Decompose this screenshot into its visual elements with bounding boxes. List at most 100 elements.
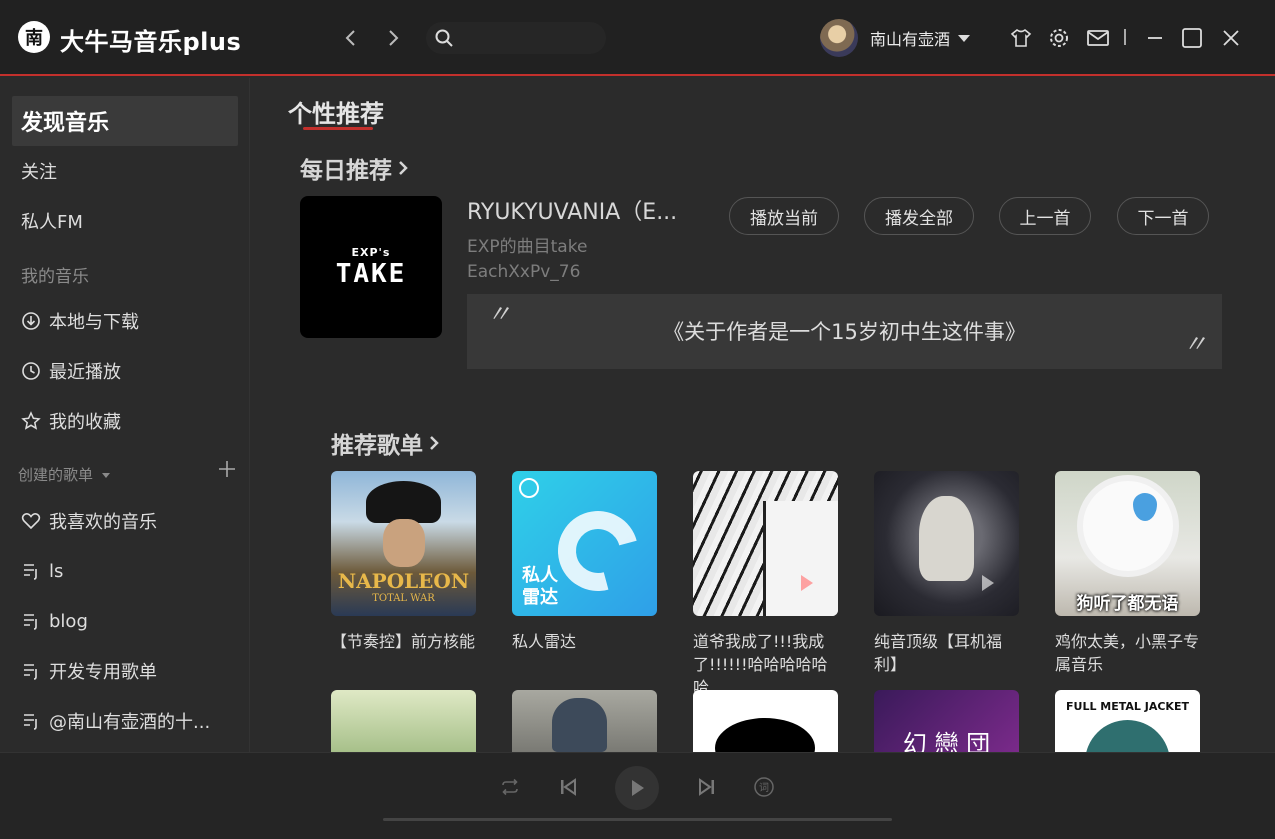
cover-figure bbox=[366, 481, 441, 523]
caret-down-icon[interactable] bbox=[958, 34, 971, 42]
playlist-name[interactable]: 纯音顶级【耳机福利】 bbox=[874, 630, 1019, 676]
cover-title-text: 私人 雷达 bbox=[522, 565, 558, 608]
play-overlay-icon bbox=[801, 575, 813, 591]
daily-recommend-title: 每日推荐 bbox=[300, 158, 392, 184]
sidebar-item-favorites[interactable]: 我的收藏 bbox=[12, 396, 238, 446]
caret-down-icon bbox=[101, 473, 110, 478]
sidebar-playlist-liked[interactable]: 我喜欢的音乐 bbox=[12, 496, 238, 546]
sidebar-item-label: blog bbox=[49, 610, 88, 632]
previous-track-icon[interactable] bbox=[556, 775, 580, 799]
sidebar-item-label: 我的收藏 bbox=[49, 412, 121, 433]
sidebar-item-label: ls bbox=[49, 560, 64, 582]
maximize-icon[interactable] bbox=[1180, 26, 1204, 50]
sidebar-item-recent[interactable]: 最近播放 bbox=[12, 346, 238, 396]
play-all-button[interactable]: 播发全部 bbox=[864, 197, 974, 235]
search-icon bbox=[435, 29, 453, 47]
playlist-name[interactable]: 私人雷达 bbox=[512, 630, 657, 653]
created-playlists-header[interactable]: 创建的歌单 bbox=[18, 464, 110, 485]
next-song-button[interactable]: 下一首 bbox=[1117, 197, 1209, 235]
playlist-cover[interactable]: 私人 雷达 bbox=[512, 471, 657, 616]
sidebar-item-label: 最近播放 bbox=[49, 362, 121, 383]
loop-icon[interactable] bbox=[498, 775, 522, 799]
chevron-right-icon bbox=[399, 161, 408, 175]
recommended-playlists-title: 推荐歌单 bbox=[331, 433, 423, 459]
sidebar-item-follow[interactable]: 关注 bbox=[12, 146, 238, 196]
playlist-card[interactable]: 道爷我成了!!!我成了!!!!!!哈哈哈哈哈哈 bbox=[693, 471, 838, 699]
playlist-cover[interactable] bbox=[693, 471, 838, 616]
sidebar-item-label: 私人FM bbox=[21, 212, 83, 233]
playlist-card[interactable]: 狗听了都无语 鸡你太美，小黑子专属音乐 bbox=[1055, 471, 1200, 676]
sidebar-playlist-dev[interactable]: 开发专用歌单 bbox=[12, 646, 238, 696]
avatar[interactable] bbox=[820, 19, 858, 57]
sidebar-item-label: 关注 bbox=[21, 162, 57, 183]
playlist-card[interactable]: NAPOLEON TOTAL WAR 【节奏控】前方核能 bbox=[331, 471, 476, 653]
play-current-button[interactable]: 播放当前 bbox=[729, 197, 839, 235]
quote-text: 《关于作者是一个15岁初中生这件事》 bbox=[663, 320, 1026, 344]
playlist-name[interactable]: 鸡你太美，小黑子专属音乐 bbox=[1055, 630, 1200, 676]
playlist-cover[interactable]: 狗听了都无语 bbox=[1055, 471, 1200, 616]
add-playlist-icon[interactable] bbox=[218, 460, 236, 478]
svg-text:词: 词 bbox=[759, 782, 769, 794]
playlist-cover[interactable] bbox=[693, 690, 838, 752]
heart-icon bbox=[21, 513, 41, 530]
sidebar-item-label: 开发专用歌单 bbox=[49, 662, 157, 683]
minimize-icon[interactable] bbox=[1143, 26, 1167, 50]
tab-underline bbox=[303, 127, 373, 130]
tab-personal-recommend[interactable]: 个性推荐 bbox=[288, 94, 384, 129]
play-button[interactable] bbox=[615, 766, 659, 810]
prev-song-button[interactable]: 上一首 bbox=[999, 197, 1091, 235]
forward-arrow-icon[interactable] bbox=[381, 24, 405, 52]
created-playlists-label: 创建的歌单 bbox=[18, 466, 94, 484]
sidebar-item-label: 本地与下载 bbox=[49, 312, 139, 333]
play-icon bbox=[632, 780, 644, 796]
sidebar-item-fm[interactable]: 私人FM bbox=[12, 196, 238, 246]
song-cover[interactable]: EXP's TAKE bbox=[300, 196, 442, 338]
sidebar-item-local-download[interactable]: 本地与下载 bbox=[12, 296, 238, 346]
playlist-cover[interactable]: 幻 戀 団 bbox=[874, 690, 1019, 752]
playlist-cover[interactable] bbox=[874, 471, 1019, 616]
song-title[interactable]: RYUKYUVANIA（E... bbox=[467, 194, 677, 226]
cover-face bbox=[763, 501, 838, 616]
sidebar-item-discover[interactable]: 发现音乐 bbox=[12, 96, 238, 146]
playlist-name[interactable]: 【节奏控】前方核能 bbox=[331, 630, 476, 653]
gear-icon[interactable] bbox=[1047, 26, 1071, 50]
mail-icon[interactable] bbox=[1086, 26, 1110, 50]
back-arrow-icon[interactable] bbox=[339, 24, 363, 52]
playlist-cover[interactable] bbox=[331, 690, 476, 752]
app-logo[interactable]: 南 bbox=[18, 21, 50, 53]
close-icon[interactable] bbox=[1219, 26, 1243, 50]
app-title: 大牛马音乐plus bbox=[60, 28, 242, 56]
cover-text-big: TAKE bbox=[335, 258, 407, 289]
username[interactable]: 南山有壶酒 bbox=[870, 26, 950, 50]
progress-bar[interactable] bbox=[383, 818, 892, 821]
chevron-right-icon bbox=[430, 436, 439, 450]
playlist-name[interactable]: 道爷我成了!!!我成了!!!!!!哈哈哈哈哈哈 bbox=[693, 630, 838, 699]
song-artist[interactable]: EachXxPv_76 bbox=[467, 262, 580, 282]
download-icon bbox=[22, 312, 40, 330]
lyrics-icon[interactable]: 词 bbox=[752, 775, 776, 799]
playlist-cover[interactable]: FULL METAL JACKET bbox=[1055, 690, 1200, 752]
sidebar-playlist-ls[interactable]: ls bbox=[12, 546, 238, 596]
title-bar: 南 大牛马音乐plus 南山有壶酒 bbox=[0, 0, 1275, 76]
playlist-icon bbox=[24, 564, 37, 580]
daily-recommend-header[interactable]: 每日推荐 bbox=[300, 151, 410, 185]
playlist-cover[interactable] bbox=[512, 690, 657, 752]
sidebar-playlist-ten[interactable]: @南山有壶酒的十... bbox=[12, 696, 238, 746]
cover-dog bbox=[1083, 481, 1173, 571]
star-icon bbox=[21, 411, 41, 430]
playlist-card[interactable]: 私人 雷达 私人雷达 bbox=[512, 471, 657, 653]
cover-title-text: FULL METAL JACKET bbox=[1066, 700, 1189, 713]
user-menu[interactable]: 南山有壶酒 bbox=[820, 19, 971, 57]
recommended-playlists-header[interactable]: 推荐歌单 bbox=[331, 426, 441, 460]
cover-sub-text: TOTAL WAR bbox=[372, 593, 435, 604]
search-input[interactable] bbox=[426, 22, 606, 54]
cover-text-small: EXP's bbox=[351, 245, 391, 259]
sidebar: 发现音乐 关注 私人FM 我的音乐 本地与下载 最近播放 我的收藏 创建的歌单 … bbox=[0, 78, 250, 752]
skin-shirt-icon[interactable] bbox=[1009, 26, 1033, 50]
playlist-card[interactable]: 纯音顶级【耳机福利】 bbox=[874, 471, 1019, 676]
playlist-cover[interactable]: NAPOLEON TOTAL WAR bbox=[331, 471, 476, 616]
next-track-icon[interactable] bbox=[695, 775, 719, 799]
song-album[interactable]: EXP的曲目take bbox=[467, 232, 587, 257]
cover-title-text: 狗听了都无语 bbox=[1076, 594, 1179, 614]
sidebar-playlist-blog[interactable]: blog bbox=[12, 596, 238, 646]
